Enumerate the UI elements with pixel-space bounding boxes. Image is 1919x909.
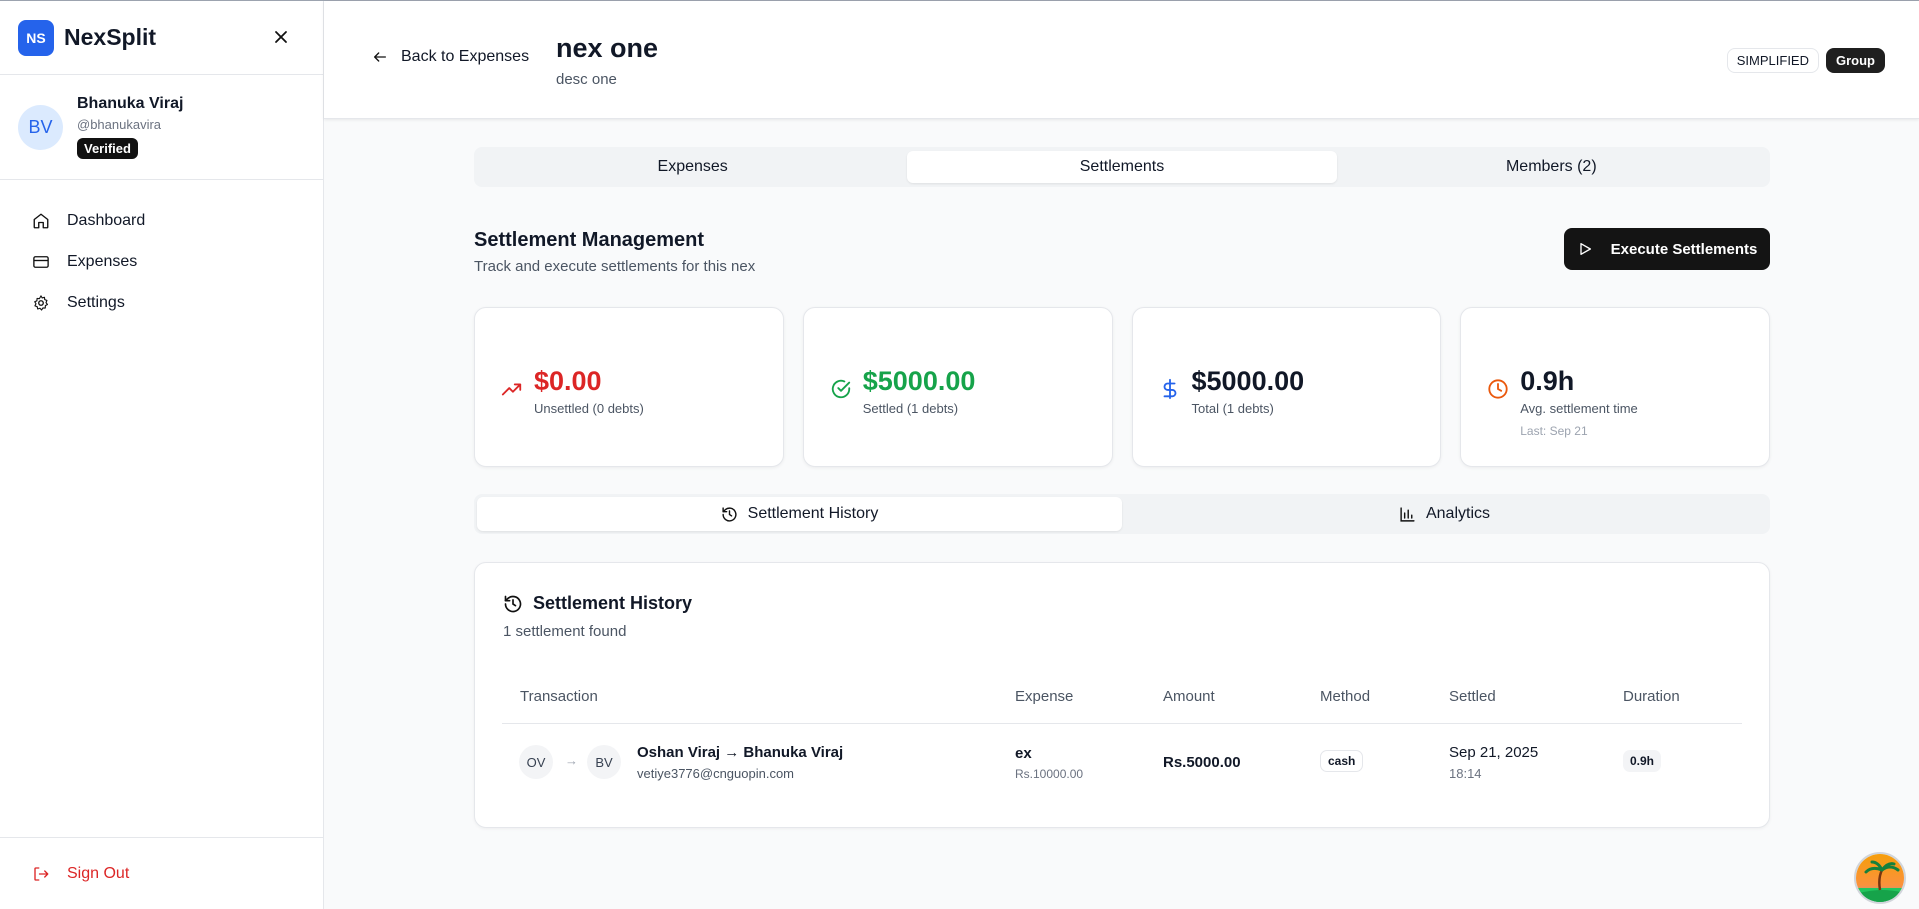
- user-handle: @bhanukavira: [77, 117, 162, 132]
- logout-icon: [34, 867, 49, 881]
- avatar: BV: [18, 104, 63, 150]
- column-header-duration: Duration: [1623, 688, 1680, 705]
- table-divider: [502, 723, 1742, 724]
- page-title: nex one: [556, 33, 659, 63]
- settlement-history-panel: Settlement History 1 settlement found Tr…: [474, 562, 1770, 828]
- execute-settlements-button[interactable]: Execute Settlements: [1564, 228, 1770, 270]
- gear-icon: [34, 294, 49, 311]
- settled-label: Settled (1 debts): [862, 401, 959, 416]
- user-name: Bhanuka Viraj: [77, 95, 184, 112]
- stat-card-avg-time: 0.9h Avg. settlement time Last: Sep 21: [1460, 307, 1770, 467]
- tab-expenses[interactable]: Expenses: [478, 151, 907, 183]
- method-badge: cash: [1320, 750, 1364, 772]
- transaction-parties: Oshan Viraj → Bhanuka Viraj: [637, 744, 844, 761]
- sidebar-item-label: Expenses: [67, 252, 138, 270]
- sidebar-item-settings[interactable]: Settings: [0, 282, 323, 323]
- stat-card-settled: $5000.00 Settled (1 debts): [802, 307, 1113, 467]
- history-heading: Settlement History: [503, 593, 692, 614]
- unsettled-value: $0.00: [534, 366, 602, 396]
- to-avatar: BV: [587, 745, 621, 779]
- page-header: Back to Expenses nex one desc one SIMPLI…: [324, 1, 1919, 119]
- expense-name: ex: [1015, 745, 1032, 762]
- close-sidebar-icon[interactable]: [269, 25, 293, 49]
- settled-value: $5000.00: [862, 366, 976, 396]
- verified-badge: Verified: [77, 138, 138, 159]
- unsettled-label: Unsettled (0 debts): [534, 401, 644, 416]
- expense-amount: Rs.10000.00: [1015, 767, 1084, 781]
- arrow-left-icon: [374, 52, 386, 62]
- user-profile: BV Bhanuka Viraj @bhanukavira Verified: [0, 75, 323, 180]
- column-header-amount: Amount: [1163, 688, 1215, 705]
- floating-avatar[interactable]: [1854, 852, 1906, 904]
- total-value: $5000.00: [1191, 366, 1305, 396]
- history-icon: [504, 595, 522, 612]
- bar-chart-icon: [1400, 506, 1415, 522]
- sidebar-item-label: Settings: [67, 293, 125, 311]
- column-header-settled: Settled: [1449, 688, 1496, 705]
- main-content: Expenses Settlements Members (2) Settlem…: [474, 147, 1770, 828]
- execute-label: Execute Settlements: [1610, 240, 1758, 258]
- column-header-transaction: Transaction: [520, 688, 598, 705]
- app-name: NexSplit: [64, 24, 157, 50]
- duration-badge: 0.9h: [1623, 750, 1662, 772]
- app-logo[interactable]: NS: [18, 19, 54, 56]
- sidebar: NS NexSplit BV Bhanuka Viraj @bhanukavir…: [0, 1, 324, 909]
- subtab-label: Analytics: [1425, 505, 1491, 522]
- island-avatar-icon: [1856, 854, 1904, 902]
- tab-settlement-history[interactable]: Settlement History: [477, 497, 1122, 531]
- sidebar-item-expenses[interactable]: Expenses: [0, 241, 323, 282]
- avg-time-value: 0.9h: [1520, 366, 1575, 396]
- page-subtitle: desc one: [556, 71, 617, 88]
- stat-card-total: $5000.00 Total (1 debts): [1131, 307, 1442, 467]
- type-badge: Group: [1826, 48, 1885, 73]
- mode-badge: SIMPLIFIED: [1726, 48, 1819, 73]
- clock-icon: [1488, 379, 1508, 399]
- stat-cards: $0.00 Unsettled (0 debts) $5000.00 Settl…: [474, 307, 1770, 467]
- stat-card-unsettled: $0.00 Unsettled (0 debts): [474, 307, 784, 467]
- sign-out-label: Sign Out: [67, 865, 130, 882]
- sidebar-item-dashboard[interactable]: Dashboard: [0, 200, 323, 241]
- dollar-icon: [1163, 378, 1176, 400]
- tab-settlements[interactable]: Settlements: [907, 151, 1337, 183]
- sidebar-nav: Dashboard Expenses Settings: [0, 180, 323, 323]
- back-label: Back to Expenses: [401, 48, 530, 65]
- settled-time: 18:14: [1449, 766, 1482, 781]
- from-avatar: OV: [519, 745, 553, 779]
- sign-out-button[interactable]: Sign Out: [0, 837, 323, 909]
- arrow-right-icon: →: [565, 753, 578, 768]
- trending-up-icon: [501, 383, 522, 396]
- sidebar-item-label: Dashboard: [67, 211, 146, 229]
- tab-members[interactable]: Members (2): [1337, 151, 1766, 183]
- avg-time-label: Avg. settlement time: [1520, 401, 1638, 416]
- history-icon: [722, 506, 737, 522]
- home-icon: [33, 213, 49, 228]
- last-settlement-date: Last: Sep 21: [1520, 424, 1588, 438]
- card-icon: [33, 255, 49, 268]
- play-icon: [1579, 243, 1591, 255]
- check-circle-icon: [831, 379, 850, 399]
- total-label: Total (1 debts): [1191, 401, 1274, 416]
- main-tabs: Expenses Settlements Members (2): [474, 147, 1770, 187]
- subtab-label: Settlement History: [747, 505, 879, 522]
- history-count: 1 settlement found: [503, 623, 627, 640]
- tab-analytics[interactable]: Analytics: [1122, 497, 1767, 531]
- settlement-subtabs: Settlement History Analytics: [474, 494, 1770, 534]
- brand: NS NexSplit: [0, 1, 323, 75]
- back-to-expenses-link[interactable]: Back to Expenses: [372, 48, 529, 66]
- settlement-amount: Rs.5000.00: [1163, 754, 1241, 771]
- transaction-email: vetiye3776@cnguopin.com: [637, 766, 795, 781]
- settled-date: Sep 21, 2025: [1449, 744, 1539, 761]
- history-title: Settlement History: [533, 593, 693, 613]
- column-header-method: Method: [1320, 688, 1371, 705]
- column-header-expense: Expense: [1015, 688, 1074, 705]
- settlement-header: Settlement Management Track and execute …: [474, 228, 1770, 279]
